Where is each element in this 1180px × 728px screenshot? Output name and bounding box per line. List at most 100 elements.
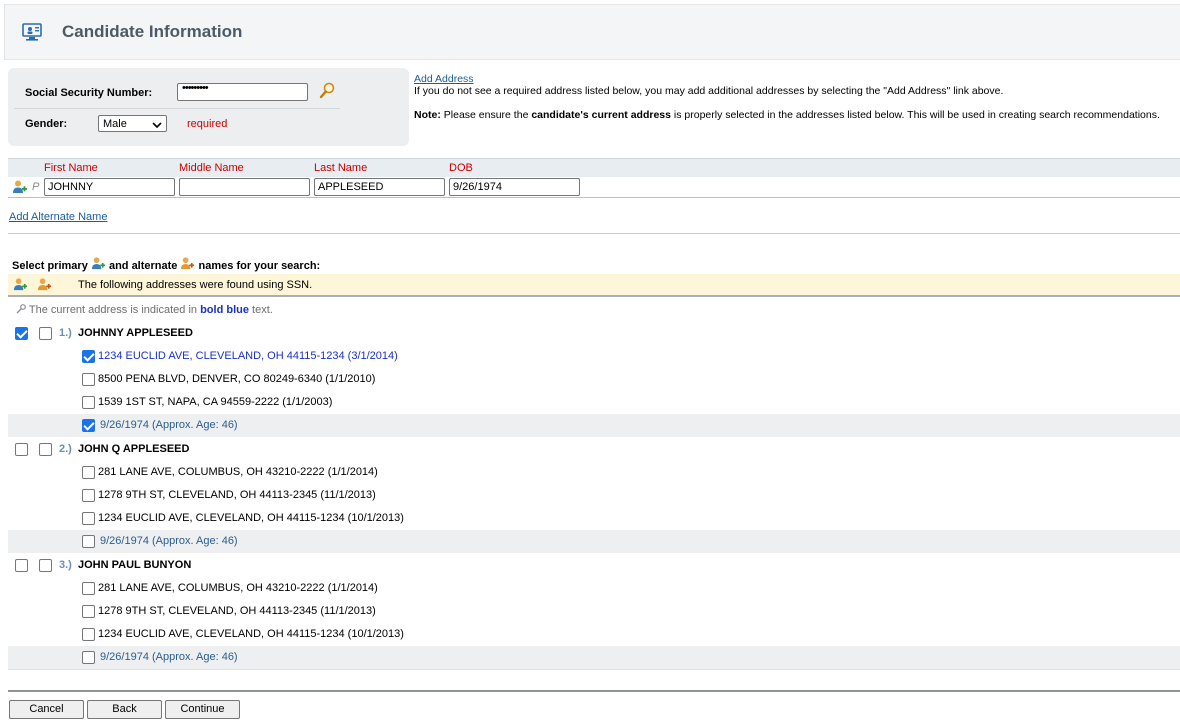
monitor-person-icon [22,22,44,45]
dob-value: 9/26/1974 [453,181,502,193]
last-name-value: APPLESEED [318,181,384,193]
gender-required-text: required [187,118,228,130]
continue-button[interactable]: Continue [165,700,240,719]
primary-checkbox[interactable] [15,443,28,456]
note-pre: Please ensure the [443,109,529,121]
address-checkbox[interactable] [82,373,95,386]
address-text: 281 LANE AVE, COLUMBUS, OH 43210-2222 (1… [98,466,378,478]
middle-name-input[interactable] [179,178,310,196]
banner-divider [8,295,1180,297]
person-add-icon [12,179,28,198]
address-row: 1234 EUCLID AVE, CLEVELAND, OH 44115-123… [0,345,1180,368]
section-divider [8,233,1180,234]
address-checkbox[interactable] [82,628,95,641]
add-address-link[interactable]: Add Address [414,73,474,85]
legend-pre: The current address is indicated in [28,304,198,316]
alternate-column-icon [37,277,52,295]
ssn-banner: The following addresses were found using… [8,274,1180,295]
candidate-number: 3.) [59,559,72,571]
address-row: 1234 EUCLID AVE, CLEVELAND, OH 44115-123… [0,623,1180,646]
address-row: 1278 9TH ST, CLEVELAND, OH 44113-2345 (1… [0,484,1180,507]
alternate-checkbox[interactable] [39,559,52,572]
search-icon[interactable] [319,82,335,103]
alternate-checkbox[interactable] [39,327,52,340]
candidate-name: JOHN PAUL BUNYON [78,559,192,571]
identity-divider [14,108,340,109]
primary-checkbox[interactable] [15,559,28,572]
add-alternate-name-link[interactable]: Add Alternate Name [9,211,107,223]
address-text: 281 LANE AVE, COLUMBUS, OH 43210-2222 (1… [98,582,378,594]
dob-text: 9/26/1974 (Approx. Age: 46) [100,651,238,663]
address-text: 1539 1ST ST, NAPA, CA 94559-2222 (1/1/20… [98,396,333,408]
identity-panel: Social Security Number: ••••••••• Gender… [8,68,409,146]
address-row: 1234 EUCLID AVE, CLEVELAND, OH 44115-123… [0,507,1180,530]
candidate-number: 1.) [59,327,72,339]
address-checkbox[interactable] [82,605,95,618]
page-title: Candidate Information [62,22,243,41]
footer-divider [8,690,1180,692]
ssn-input[interactable]: ••••••••• [177,82,308,101]
dob-checkbox[interactable] [82,651,95,664]
last-name-header: Last Name [314,162,368,174]
address-row: 1278 9TH ST, CLEVELAND, OH 44113-2345 (1… [0,600,1180,623]
dob-input[interactable]: 9/26/1974 [449,178,580,196]
address-row: 1539 1ST ST, NAPA, CA 94559-2222 (1/1/20… [0,391,1180,414]
address-text: 1278 9TH ST, CLEVELAND, OH 44113-2345 (1… [98,489,376,501]
back-button[interactable]: Back [87,700,162,719]
address-checkbox[interactable] [82,512,95,525]
page-header: Candidate Information [4,4,1180,60]
dob-row: 9/26/1974 (Approx. Age: 46) [8,646,1180,669]
address-text: 1234 EUCLID AVE, CLEVELAND, OH 44115-123… [98,512,404,524]
gender-select[interactable]: Male [98,115,167,132]
address-text: 1234 EUCLID AVE, CLEVELAND, OH 44115-123… [98,350,398,362]
address-checkbox[interactable] [82,489,95,502]
dob-header: DOB [449,162,473,174]
key-icon [16,304,26,317]
legend-post: text. [252,304,273,316]
ssn-label: Social Security Number: [25,87,153,99]
dob-checkbox[interactable] [82,419,95,432]
address-row: 281 LANE AVE, COLUMBUS, OH 43210-2222 (1… [0,461,1180,484]
legend-bold: bold blue [200,304,249,316]
name-table-header: First Name Middle Name Last Name DOB [8,158,1180,177]
address-checkbox[interactable] [82,396,95,409]
candidate-name: JOHNNY APPLESEED [78,327,193,339]
alternate-name-icon [180,256,195,274]
primary-checkbox[interactable] [15,327,28,340]
gender-label: Gender: [25,118,68,130]
current-address-note: Note: Please ensure the candidate's curr… [414,109,1160,121]
middle-name-header: Middle Name [179,162,244,174]
note-label: Note: [414,109,441,121]
current-address-legend: The current address is indicated in bold… [16,304,273,317]
address-row: 281 LANE AVE, COLUMBUS, OH 43210-2222 (1… [0,577,1180,600]
candidate-name: JOHN Q APPLESEED [78,443,190,455]
address-checkbox[interactable] [82,466,95,479]
primary-marker: P [32,181,40,193]
dob-row: 9/26/1974 (Approx. Age: 46) [8,414,1180,437]
note-post: is properly selected in the addresses li… [673,109,1160,121]
candidate-row: 1.) JOHNNY APPLESEED [0,322,1180,345]
cancel-button[interactable]: Cancel [9,700,84,719]
select-names-label: Select primary and alternate names for y… [12,256,320,274]
add-address-hint: If you do not see a required address lis… [414,85,1004,97]
address-text: 8500 PENA BLVD, DENVER, CO 80249-6340 (1… [98,373,376,385]
primary-name-icon [91,256,106,274]
select-label-part2: and alternate [108,260,178,272]
candidate-row: 3.) JOHN PAUL BUNYON [0,554,1180,577]
first-name-input[interactable]: JOHNNY [44,178,175,196]
chevron-down-icon [152,119,162,133]
address-checkbox[interactable] [82,582,95,595]
gender-value: Male [103,118,127,130]
dob-checkbox[interactable] [82,535,95,548]
address-checkbox[interactable] [82,350,95,363]
alternate-checkbox[interactable] [39,443,52,456]
ssn-value: ••••••••• [182,82,209,94]
candidate-row: 2.) JOHN Q APPLESEED [0,438,1180,461]
primary-column-icon [13,277,28,295]
first-name-header: First Name [44,162,98,174]
ssn-banner-message: The following addresses were found using… [78,279,313,291]
candidate-number: 2.) [59,443,72,455]
dob-row: 9/26/1974 (Approx. Age: 46) [8,530,1180,553]
dob-text: 9/26/1974 (Approx. Age: 46) [100,419,238,431]
last-name-input[interactable]: APPLESEED [314,178,445,196]
